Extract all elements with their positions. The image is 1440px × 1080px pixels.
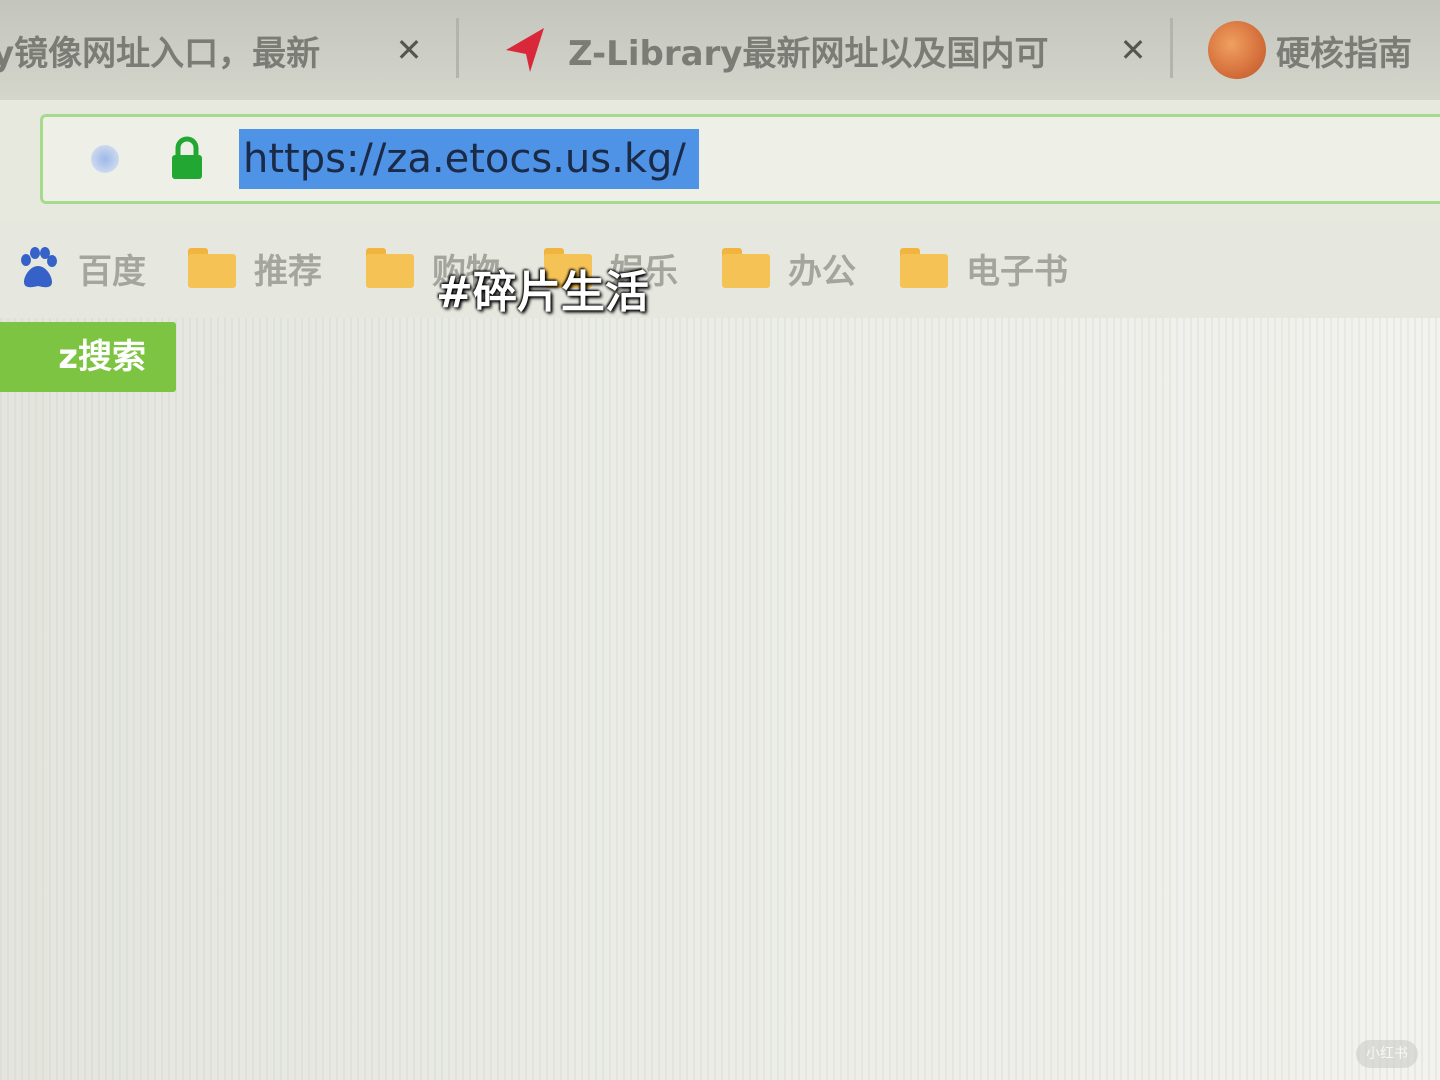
tab-title: 硬核指南 xyxy=(1276,33,1412,74)
address-bar[interactable] xyxy=(40,114,1440,204)
folder-icon xyxy=(900,248,948,288)
tab-zlibrary[interactable]: Z-Library最新网址以及国内可 ✕ xyxy=(500,18,1150,82)
baidu-paw-icon xyxy=(21,247,57,288)
folder-icon xyxy=(722,248,770,288)
folder-icon xyxy=(366,248,414,288)
tab-separator xyxy=(1170,18,1173,78)
folder-icon xyxy=(188,248,236,288)
search-button[interactable]: z搜索 xyxy=(0,322,176,392)
bookmark-folder-dianzishu[interactable]: 电子书 xyxy=(900,242,1068,294)
bookmark-folder-tuijian[interactable]: 推荐 xyxy=(188,242,322,294)
tab-title: Z-Library最新网址以及国内可 xyxy=(568,33,1049,74)
bookmark-label: 办公 xyxy=(788,251,856,292)
bookmarks-bar: 百度 推荐 购物 娱乐 办公 电子书 xyxy=(0,222,1440,319)
bookmark-label: 电子书 xyxy=(966,251,1068,292)
tab-mirror-entry[interactable]: y镜像网址入口，最新 ✕ xyxy=(0,18,432,82)
bookmark-label: 推荐 xyxy=(254,251,322,292)
bookmark-label: 百度 xyxy=(78,251,146,292)
lock-icon xyxy=(172,136,202,179)
tab-separator xyxy=(456,18,459,78)
zlibrary-arrow-icon xyxy=(506,28,544,72)
bookmark-folder-bangong[interactable]: 办公 xyxy=(722,242,856,294)
browser-toolbar xyxy=(0,100,1440,222)
url-input[interactable] xyxy=(239,129,699,189)
tab-hardcore-guide[interactable]: 硬核指南 xyxy=(1208,18,1440,82)
hashtag-overlay: #碎片生活 xyxy=(436,267,649,318)
site-info-icon[interactable] xyxy=(91,145,119,173)
site-favicon-icon xyxy=(1208,21,1266,79)
tab-strip: y镜像网址入口，最新 ✕ Z-Library最新网址以及国内可 ✕ 硬核指南 xyxy=(0,0,1440,100)
page-content: z搜索 小红书 xyxy=(0,318,1440,1080)
bookmark-baidu[interactable]: 百度 xyxy=(16,242,146,294)
watermark: 小红书 xyxy=(1356,1040,1418,1068)
tab-title: y镜像网址入口，最新 xyxy=(0,33,321,74)
tab-close-icon[interactable]: ✕ xyxy=(392,31,426,69)
tab-close-icon[interactable]: ✕ xyxy=(1116,31,1150,69)
